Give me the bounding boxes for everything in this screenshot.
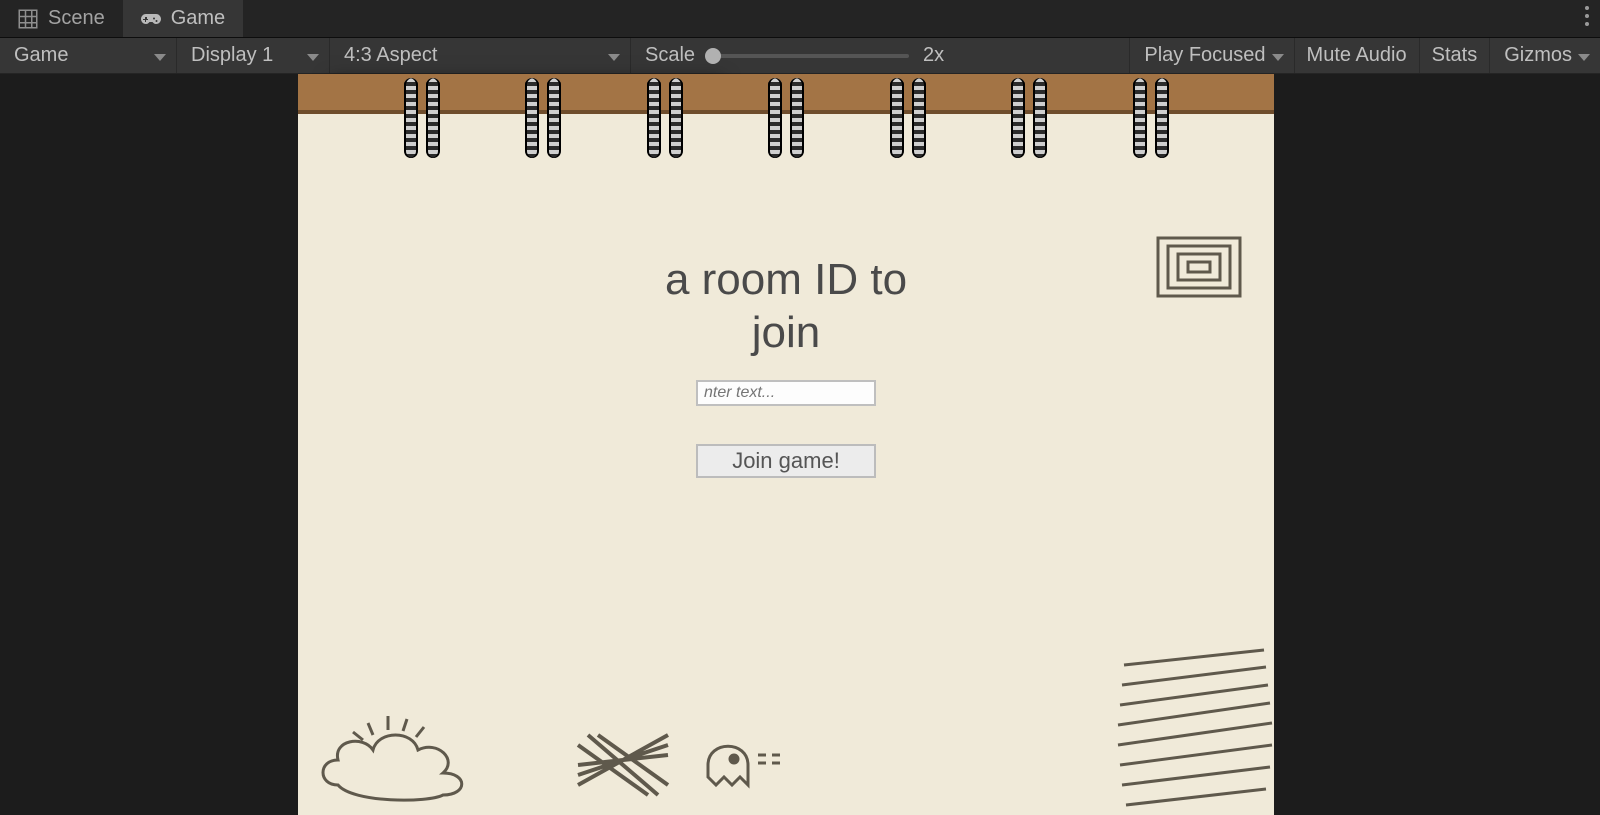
tab-options-button[interactable]	[1584, 0, 1590, 37]
gizmos-label: Gizmos	[1504, 44, 1572, 67]
mute-audio-label: Mute Audio	[1307, 44, 1407, 67]
notepad-background: a room ID to join Join game!	[298, 74, 1274, 815]
game-viewport: a room ID to join Join game!	[298, 74, 1274, 815]
gamepad-icon	[141, 9, 161, 29]
render-mode-dropdown[interactable]: Game	[0, 38, 176, 73]
scale-slider[interactable]	[709, 54, 909, 58]
play-focus-dropdown[interactable]: Play Focused	[1130, 38, 1293, 73]
mute-audio-toggle[interactable]: Mute Audio	[1295, 38, 1419, 73]
doodle-scratch-icon	[568, 725, 688, 805]
room-id-input[interactable]	[696, 380, 876, 406]
gizmos-dropdown[interactable]: Gizmos	[1490, 38, 1600, 73]
join-room-heading: a room ID to join	[298, 254, 1274, 360]
display-label: Display 1	[191, 44, 273, 67]
notepad-rings	[298, 74, 1274, 164]
doodle-spiral-icon	[1154, 234, 1244, 304]
tab-scene-label: Scene	[48, 7, 105, 30]
doodle-ghost-icon	[678, 715, 808, 795]
more-vertical-icon	[1584, 5, 1590, 32]
scale-value: 2x	[923, 44, 944, 67]
render-mode-label: Game	[14, 44, 68, 67]
join-game-button[interactable]: Join game!	[696, 444, 876, 478]
tab-scene[interactable]: Scene	[0, 0, 123, 37]
display-dropdown[interactable]: Display 1	[177, 38, 329, 73]
tab-game[interactable]: Game	[123, 0, 243, 37]
game-viewport-container: a room ID to join Join game!	[0, 74, 1600, 815]
stats-toggle[interactable]: Stats	[1420, 38, 1490, 73]
doodle-hatch-icon	[1114, 645, 1274, 815]
aspect-dropdown[interactable]: 4:3 Aspect ✓ Low Resolution Aspect Ratio…	[330, 38, 630, 73]
grid-icon	[18, 9, 38, 29]
doodle-cloud-icon	[318, 695, 488, 805]
aspect-selected-label: 4:3 Aspect	[344, 44, 437, 67]
play-focus-label: Play Focused	[1144, 44, 1265, 67]
scale-control: Scale 2x	[631, 38, 958, 73]
stats-label: Stats	[1432, 44, 1478, 67]
game-toolbar: Game Display 1 4:3 Aspect ✓ Low Resoluti…	[0, 38, 1600, 74]
scale-label: Scale	[645, 44, 695, 67]
slider-knob[interactable]	[705, 48, 721, 64]
tab-bar: Scene Game	[0, 0, 1600, 38]
tab-game-label: Game	[171, 7, 225, 30]
